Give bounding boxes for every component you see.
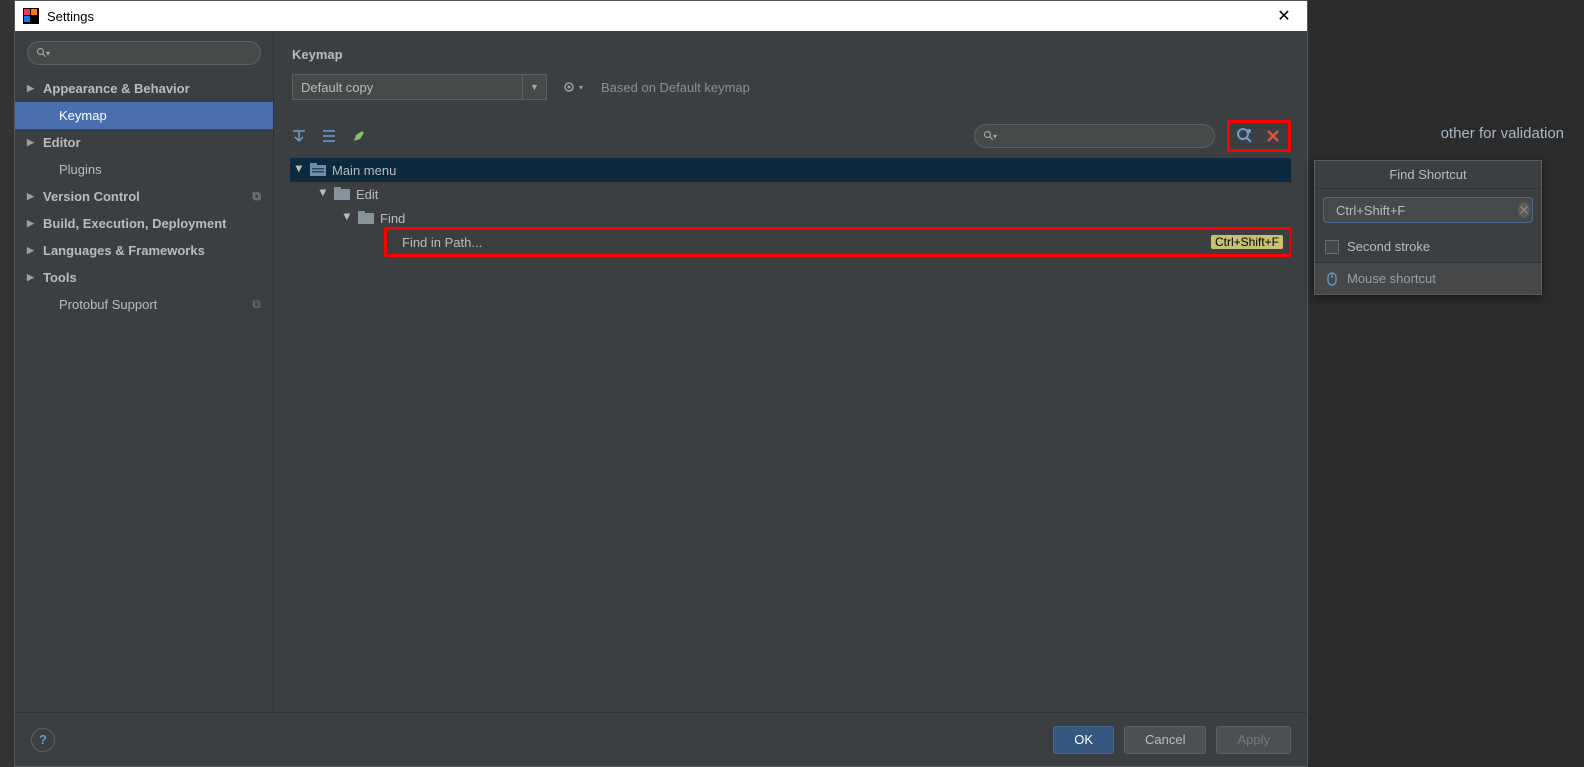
dialog-title: Settings [47, 9, 1269, 24]
copy-icon: ⧉ [252, 297, 261, 312]
cancel-button[interactable]: Cancel [1124, 726, 1206, 754]
tree-row-find-in-path[interactable]: Find in Path... Ctrl+Shift+F [290, 230, 1291, 254]
editor-gutter [0, 0, 15, 767]
main-panel: Keymap Default copy ▼ ▾ Based on Default… [274, 31, 1307, 712]
folder-icon [358, 211, 374, 225]
dropdown-icon: ▾ [46, 49, 50, 58]
sidebar-item-tools[interactable]: Tools [15, 264, 273, 291]
collapse-all-button[interactable] [320, 127, 338, 145]
mouse-shortcut-label: Mouse shortcut [1347, 271, 1436, 286]
close-button[interactable]: ✕ [1269, 6, 1299, 26]
mouse-shortcut-row[interactable]: Mouse shortcut [1315, 262, 1541, 294]
scheme-gear-button[interactable]: ▾ [561, 79, 583, 95]
keymap-toolbar: ▾ [274, 114, 1307, 158]
scheme-dropdown-button[interactable]: ▼ [523, 74, 547, 100]
based-on-label: Based on Default keymap [601, 80, 750, 95]
clear-icon[interactable]: ✕ [1518, 202, 1530, 218]
popup-title: Find Shortcut [1315, 161, 1541, 189]
tree-row-edit[interactable]: ▶ Edit [290, 182, 1291, 206]
apply-button[interactable]: Apply [1216, 726, 1291, 754]
tree-label: Edit [356, 187, 378, 202]
sidebar-item-appearance[interactable]: Appearance & Behavior [15, 75, 273, 102]
help-button[interactable]: ? [31, 728, 55, 752]
second-stroke-row[interactable]: Second stroke [1315, 231, 1541, 262]
sidebar-item-protobuf[interactable]: Protobuf Support⧉ [15, 291, 273, 318]
dialog-footer: ? OK Cancel Apply [15, 712, 1307, 766]
keymap-tree[interactable]: ▶ Main menu ▶ Edit ▶ [290, 158, 1291, 702]
sidebar-item-editor[interactable]: Editor [15, 129, 273, 156]
app-icon [23, 8, 39, 24]
folder-icon [334, 187, 350, 201]
shortcut-field[interactable] [1336, 203, 1512, 218]
sidebar-item-languages[interactable]: Languages & Frameworks [15, 237, 273, 264]
sidebar-item-vcs[interactable]: Version Control⧉ [15, 183, 273, 210]
mouse-icon [1325, 272, 1339, 286]
ok-button[interactable]: OK [1053, 726, 1114, 754]
action-search-input[interactable]: ▾ [974, 124, 1215, 148]
shortcut-input[interactable]: ✕ [1323, 197, 1533, 223]
sidebar-item-keymap[interactable]: Keymap [15, 102, 273, 129]
expand-all-button[interactable] [290, 127, 308, 145]
shortcut-badge: Ctrl+Shift+F [1211, 235, 1283, 249]
tree-label: Find in Path... [402, 235, 482, 250]
second-stroke-checkbox[interactable] [1325, 240, 1339, 254]
second-stroke-label: Second stroke [1347, 239, 1430, 254]
edit-shortcut-button[interactable] [350, 127, 368, 145]
find-by-shortcut-button[interactable] [1236, 127, 1254, 145]
page-title: Keymap [274, 31, 1307, 70]
tree-label: Find [380, 211, 405, 226]
copy-icon: ⧉ [252, 189, 261, 204]
keymap-scheme-select[interactable]: Default copy [292, 74, 523, 100]
gear-icon [561, 79, 577, 95]
expand-icon: ▶ [294, 165, 305, 175]
tree-row-find[interactable]: ▶ Find [290, 206, 1291, 230]
settings-sidebar: ▾ Appearance & Behavior Keymap Editor Pl… [15, 31, 274, 712]
settings-dialog: Settings ✕ ▾ Appearance & Behavior Keyma… [14, 0, 1308, 767]
folder-icon [310, 163, 326, 177]
expand-icon: ▶ [318, 189, 329, 199]
tree-label: Main menu [332, 163, 396, 178]
highlight-box-toolbar [1227, 120, 1291, 152]
sidebar-list: Appearance & Behavior Keymap Editor Plug… [15, 75, 273, 712]
scheme-row: Default copy ▼ ▾ Based on Default keymap [274, 70, 1307, 114]
sidebar-item-plugins[interactable]: Plugins [15, 156, 273, 183]
expand-icon: ▶ [342, 213, 353, 223]
sidebar-item-build[interactable]: Build, Execution, Deployment [15, 210, 273, 237]
background-code: other for validation [1441, 124, 1564, 142]
sidebar-search[interactable]: ▾ [27, 41, 261, 65]
find-shortcut-popup: Find Shortcut ✕ Second stroke Mouse shor… [1314, 160, 1542, 295]
tree-row-main-menu[interactable]: ▶ Main menu [290, 158, 1291, 182]
titlebar: Settings ✕ [15, 1, 1307, 31]
clear-filter-button[interactable] [1264, 127, 1282, 145]
